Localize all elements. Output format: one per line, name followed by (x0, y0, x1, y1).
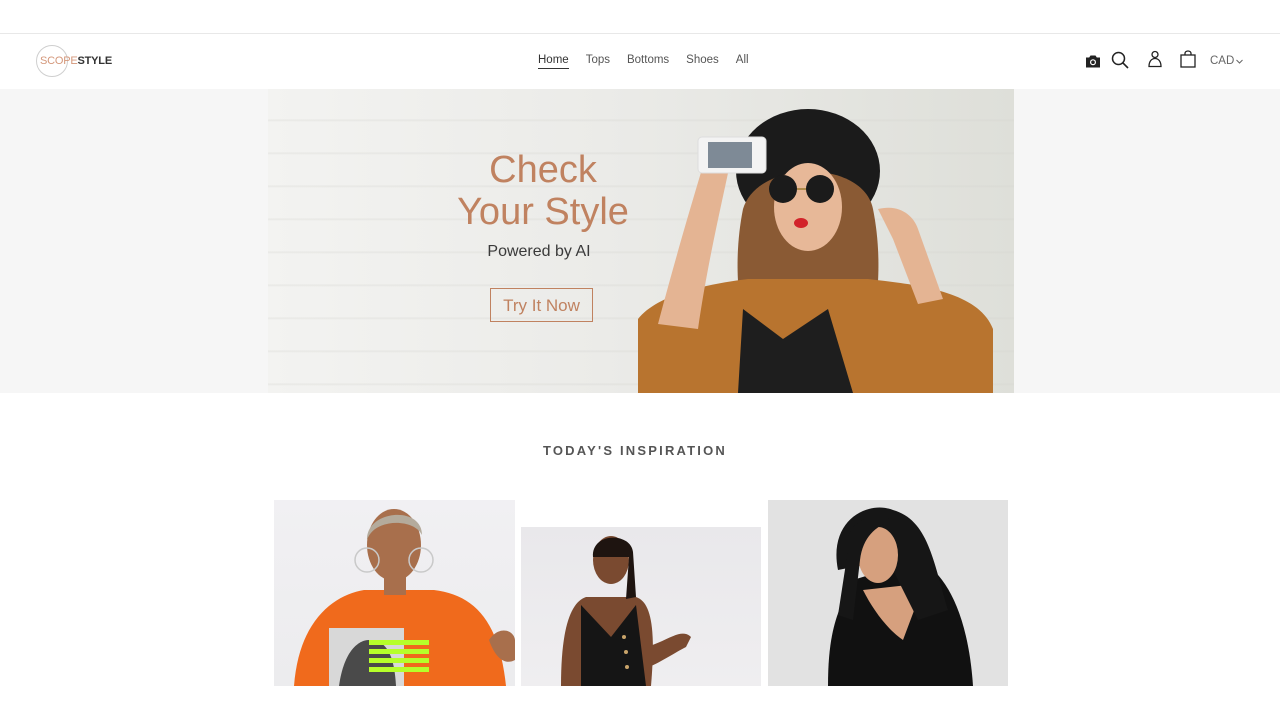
section-title-inspiration: TODAY'S INSPIRATION (542, 443, 728, 458)
nav-shoes[interactable]: Shoes (686, 54, 719, 69)
search-icon[interactable] (1111, 51, 1129, 69)
inspiration-image-black-jumpsuit (561, 536, 691, 686)
shopping-bag-icon[interactable] (1180, 50, 1196, 68)
hero-title-line2: Your Style (457, 191, 629, 233)
inspiration-image-orange-tee (294, 509, 515, 686)
browser-top-strip (0, 0, 1280, 34)
hero-title: Check Your Style (453, 149, 633, 233)
currency-selector[interactable]: CAD (1210, 55, 1244, 67)
hero-image: Check Your Style Powered by AI Try It No… (268, 89, 1014, 393)
inspiration-card-2[interactable] (521, 527, 761, 686)
nav-home[interactable]: Home (538, 54, 569, 69)
inspiration-card-3[interactable] (768, 500, 1008, 686)
nav-all[interactable]: All (736, 54, 749, 69)
nav-bottoms[interactable]: Bottoms (627, 54, 669, 69)
user-icon[interactable] (1148, 50, 1162, 68)
currency-label: CAD (1210, 55, 1235, 67)
hero-title-line1: Check (489, 149, 597, 191)
chevron-down-icon (1236, 59, 1244, 64)
inspiration-card-1[interactable] (274, 500, 515, 686)
hero-subtitle: Powered by AI (487, 243, 591, 260)
inspiration-image-black-wrap-top (828, 507, 973, 686)
camera-icon[interactable] (1085, 54, 1101, 68)
try-it-now-button[interactable]: Try It Now (490, 288, 593, 322)
hero-banner: Check Your Style Powered by AI Try It No… (0, 89, 1280, 393)
nav-tops[interactable]: Tops (586, 54, 610, 69)
hero-model-illustration (638, 109, 993, 393)
